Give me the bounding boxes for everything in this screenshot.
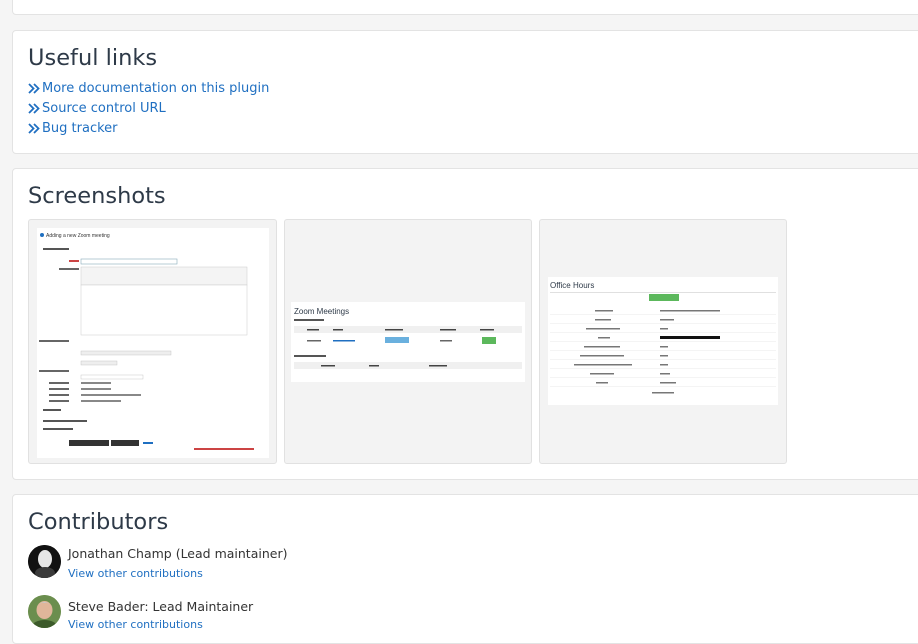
double-chevron-right-icon	[28, 123, 40, 134]
avatar[interactable]	[28, 545, 61, 578]
source-control-link-label[interactable]: Source control URL	[42, 101, 166, 116]
screenshot-thumbnail-1[interactable]: Adding a new Zoom meeting	[28, 219, 277, 464]
avatar[interactable]	[28, 595, 61, 628]
screenshots-card: Screenshots Adding a new Zoom meeting Zo…	[12, 168, 918, 480]
contributor-name: Steve Bader: Lead Maintainer	[68, 599, 254, 614]
contributor-name: Jonathan Champ (Lead maintainer)	[68, 546, 288, 561]
useful-links-title: Useful links	[28, 45, 158, 71]
screenshot-image-3: Office Hours	[548, 277, 778, 405]
screenshot-caption-2: Zoom Meetings	[294, 307, 349, 316]
screenshots-title: Screenshots	[28, 183, 166, 209]
useful-links-card: Useful links More documentation on this …	[12, 30, 918, 154]
double-chevron-right-icon	[28, 83, 40, 94]
bug-tracker-link[interactable]: Bug tracker	[28, 121, 118, 136]
screenshot-caption-3: Office Hours	[550, 281, 594, 290]
double-chevron-right-icon	[28, 103, 40, 114]
person-avatar-icon	[28, 545, 61, 578]
screenshot-thumbnail-3[interactable]: Office Hours	[539, 219, 787, 464]
source-control-link[interactable]: Source control URL	[28, 101, 166, 116]
screenshot-thumbnail-2[interactable]: Zoom Meetings	[284, 219, 532, 464]
screenshot-image-2: Zoom Meetings	[291, 302, 525, 382]
previous-section-card	[12, 0, 918, 15]
bug-tracker-link-label[interactable]: Bug tracker	[42, 121, 118, 136]
documentation-link-label[interactable]: More documentation on this plugin	[42, 81, 269, 96]
view-contributions-link[interactable]: View other contributions	[68, 618, 203, 631]
view-contributions-link[interactable]: View other contributions	[68, 567, 203, 580]
contributors-title: Contributors	[28, 509, 169, 535]
screenshot-image-1: Adding a new Zoom meeting	[37, 228, 269, 458]
person-avatar-icon	[28, 595, 61, 628]
contributors-card: Contributors Jonathan Champ (Lead mainta…	[12, 494, 918, 644]
screenshot-caption-1: Adding a new Zoom meeting	[46, 233, 110, 239]
documentation-link[interactable]: More documentation on this plugin	[28, 81, 269, 96]
